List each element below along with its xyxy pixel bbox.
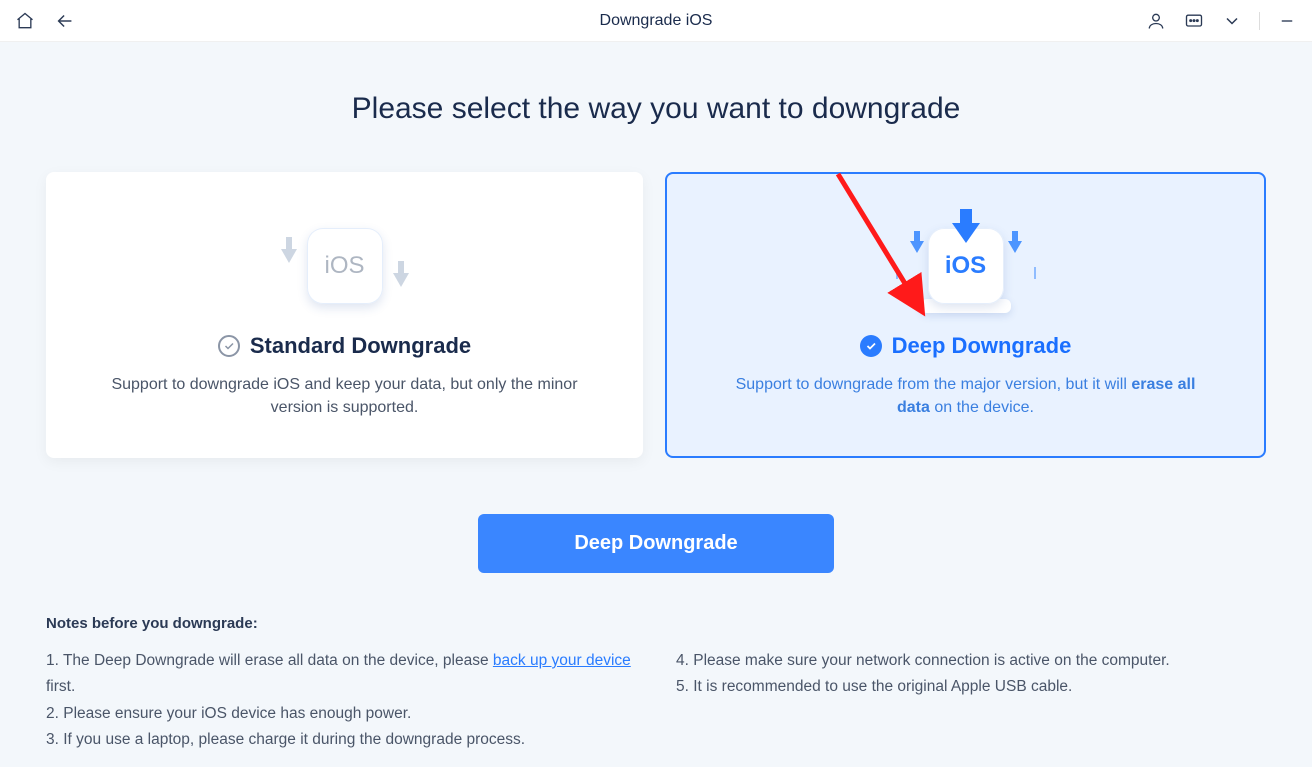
page-body: Please select the way you want to downgr…	[0, 42, 1312, 767]
standard-illustration: iOS	[275, 211, 415, 321]
note-2: 2. Please ensure your iOS device has eno…	[46, 701, 636, 727]
note-3: 3. If you use a laptop, please charge it…	[46, 727, 636, 753]
option-deep-downgrade[interactable]: iOS Deep Downgrade Support to downgrade …	[665, 172, 1266, 458]
account-icon[interactable]	[1145, 10, 1167, 32]
note-5: 5. It is recommended to use the original…	[676, 674, 1266, 700]
check-hollow-icon	[218, 335, 240, 357]
window-title: Downgrade iOS	[0, 12, 1312, 30]
standard-title: Standard Downgrade	[250, 333, 471, 359]
deep-title: Deep Downgrade	[892, 333, 1072, 359]
deep-downgrade-button[interactable]: Deep Downgrade	[478, 514, 833, 573]
backup-device-link[interactable]: back up your device	[493, 652, 631, 669]
option-cards: iOS Standard Downgrade Support to downgr…	[0, 172, 1312, 458]
titlebar-divider	[1259, 12, 1260, 30]
notes-section: Notes before you downgrade: 1. The Deep …	[0, 573, 1312, 753]
check-solid-icon	[860, 335, 882, 357]
feedback-icon[interactable]	[1183, 10, 1205, 32]
ios-box-icon: iOS	[307, 228, 383, 304]
notes-title: Notes before you downgrade:	[46, 615, 1266, 632]
standard-desc: Support to downgrade iOS and keep your d…	[106, 373, 583, 419]
chevron-down-icon[interactable]	[1221, 10, 1243, 32]
back-icon[interactable]	[54, 10, 76, 32]
option-standard-downgrade[interactable]: iOS Standard Downgrade Support to downgr…	[46, 172, 643, 458]
deep-desc: Support to downgrade from the major vers…	[727, 373, 1204, 419]
title-bar: Downgrade iOS	[0, 0, 1312, 42]
home-icon[interactable]	[14, 10, 36, 32]
note-4: 4. Please make sure your network connect…	[676, 648, 1266, 674]
notes-col-right: 4. Please make sure your network connect…	[676, 648, 1266, 753]
minimize-icon[interactable]	[1276, 10, 1298, 32]
notes-col-left: 1. The Deep Downgrade will erase all dat…	[46, 648, 636, 753]
note-1: 1. The Deep Downgrade will erase all dat…	[46, 648, 636, 701]
deep-illustration: iOS	[896, 211, 1036, 321]
page-heading: Please select the way you want to downgr…	[0, 92, 1312, 126]
